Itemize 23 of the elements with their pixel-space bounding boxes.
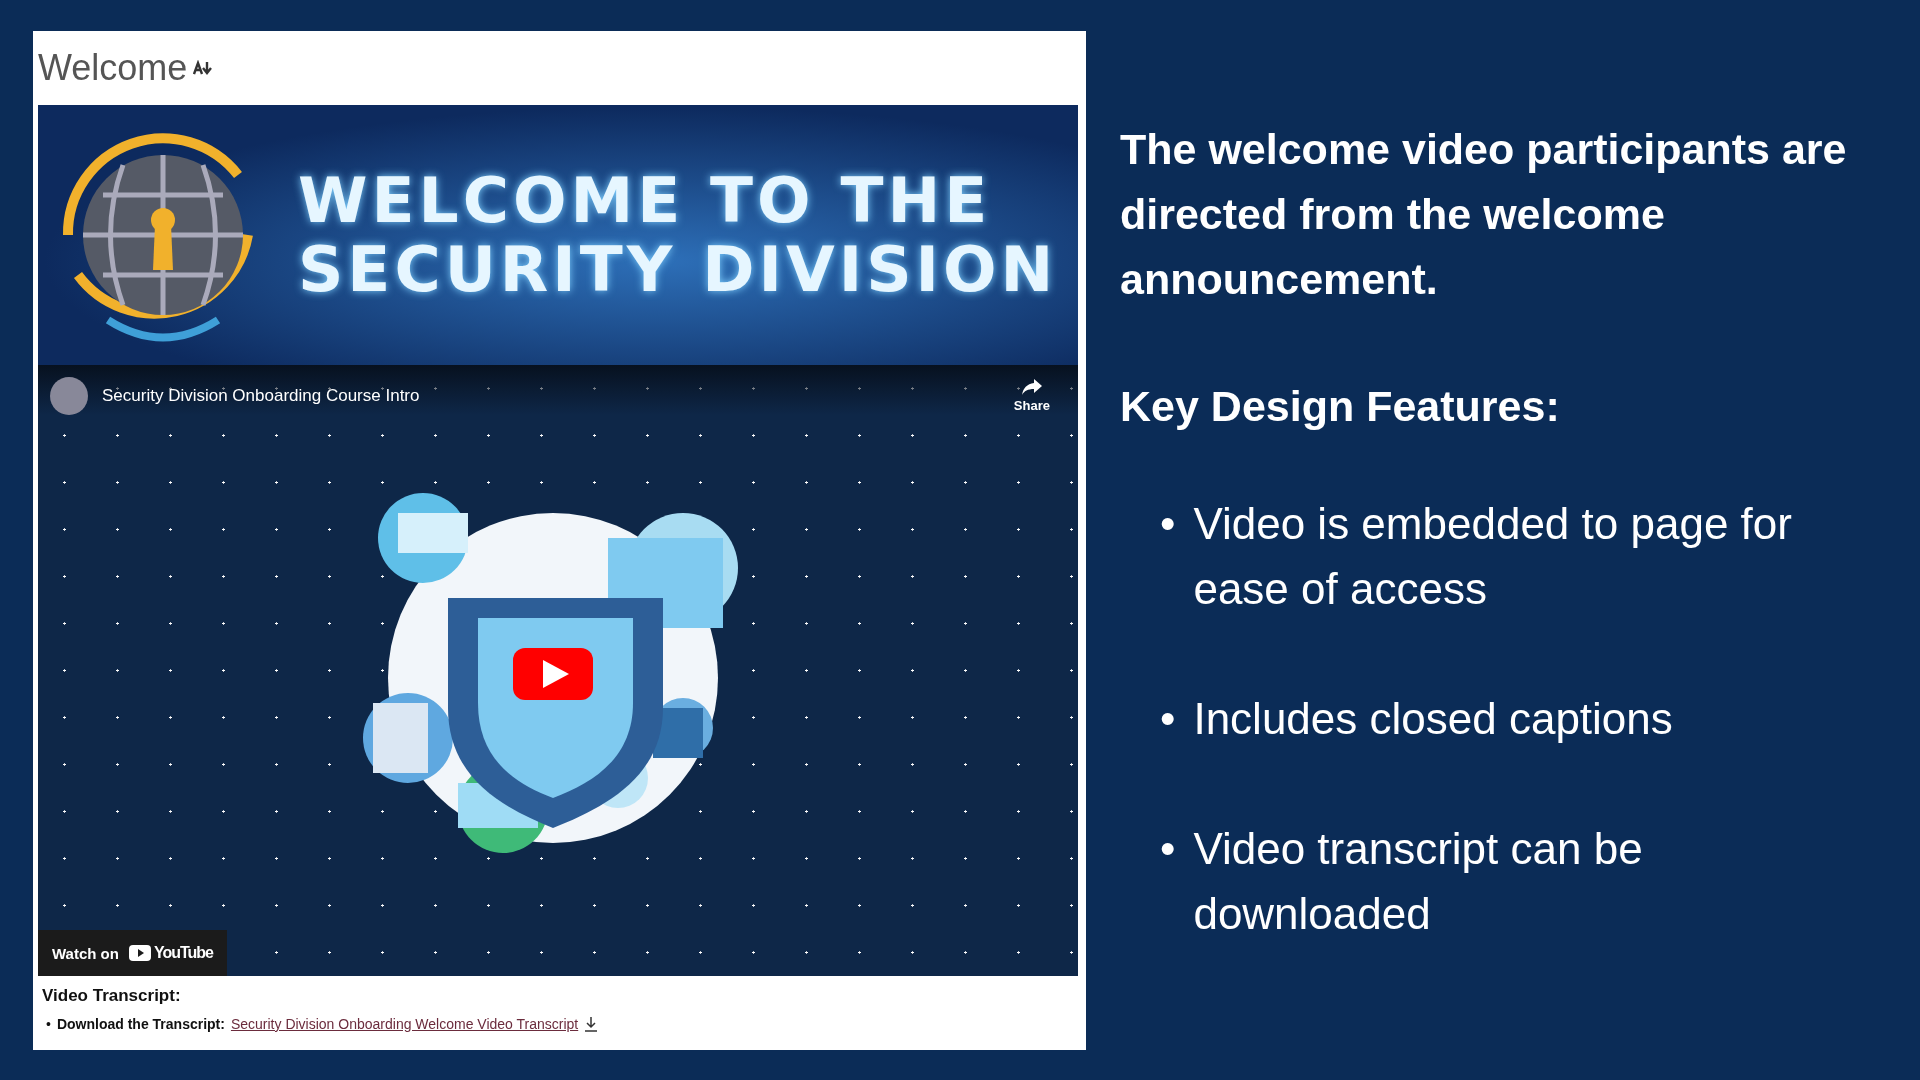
video-title[interactable]: Security Division Onboarding Course Intro [102,386,420,406]
banner-heading: WELCOME TO THE SECURITY DIVISION [298,165,1058,305]
page-title: Welcome [38,47,188,89]
bullet-marker: • [46,1016,51,1032]
transcript-label: Download the Transcript: [56,1016,225,1032]
bullet-marker: • [1160,693,1176,745]
intro-text: The welcome video participants are directed from the welcome announcement. [1120,124,1848,305]
share-arrow-icon [1020,378,1043,396]
feature-item: Video transcript can be downloaded [1193,823,1644,940]
channel-avatar[interactable] [50,377,88,415]
feature-item: Video is embedded to page for ease of access [1193,498,1793,615]
transcript-heading: Video Transcript: [42,986,182,1006]
transcript-link[interactable]: Security Division Onboarding Welcome Video Transcript [230,1016,579,1032]
bullet-marker: • [1160,823,1176,875]
share-button[interactable]: Share [1007,377,1056,414]
features-heading: Key Design Features: [1120,381,1561,432]
download-icon[interactable] [584,1016,599,1032]
bullet-marker: • [1160,498,1176,550]
immersive-reader-icon[interactable] [193,60,214,76]
feature-item: Includes closed captions [1193,693,1673,745]
watch-on-youtube-button[interactable]: Watch on YouTube [38,930,227,976]
video-player[interactable]: Security Division Onboarding Course Intro Share Watch on YouTube [38,365,1078,976]
play-logo-icon [128,945,151,961]
